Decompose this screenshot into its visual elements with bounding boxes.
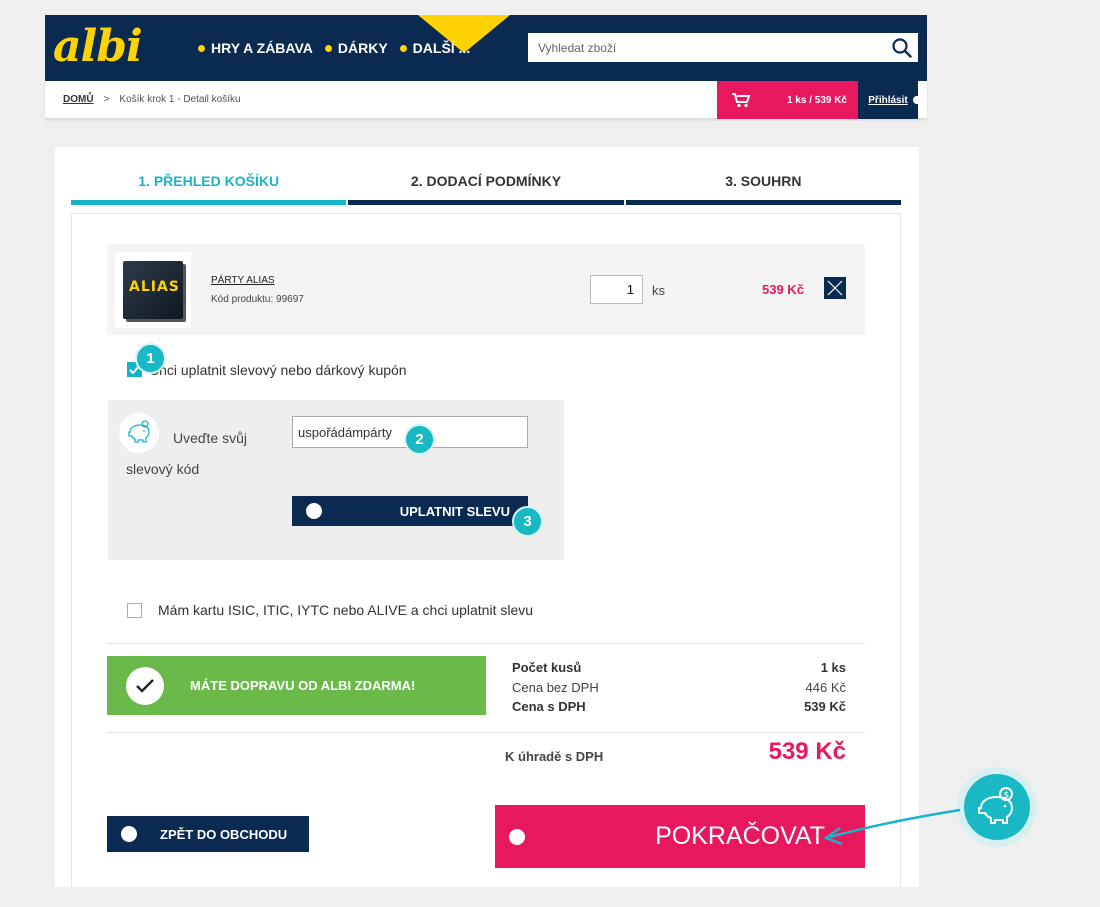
breadcrumb-bar: DOMŮ > Košík krok 1 - Detail košíku 1 ks… [45,81,927,119]
product-name-link[interactable]: PÁRTY ALIAS [211,275,275,286]
quantity-unit: ks [652,283,665,298]
back-to-shop-label: ZPĚT DO OBCHODU [160,826,288,842]
tab-cart-overview[interactable]: 1. PŘEHLED KOŠÍKU [71,165,347,205]
search-input[interactable] [528,33,886,62]
isic-checkbox[interactable] [127,603,142,618]
checkmark-circle-icon [126,666,164,705]
checkout-card: 1. PŘEHLED KOŠÍKU 2. DODACÍ PODMÍNKY 3. … [55,147,919,887]
summary-label: Cena s DPH [512,699,586,714]
continue-label: POKRAČOVAT [655,822,825,850]
item-price: 539 Kč [762,282,804,297]
button-dot-icon [509,829,525,845]
cart-item-row: ALIAS PÁRTY ALIAS Kód produktu: 99697 ks… [107,244,865,335]
back-to-shop-button[interactable]: ZPĚT DO OBCHODU [107,816,309,852]
breadcrumb-home-link[interactable]: DOMŮ [63,94,94,105]
coupon-panel: Uveďte svůj slevový kód UPLATNIT SLEVU 2… [108,400,564,560]
isic-checkbox-label: Mám kartu ISIC, ITIC, IYTC nebo ALIVE a … [158,602,534,618]
bullet-icon [198,44,205,52]
summary-row-price-without-vat: Cena bez DPH 446 Kč [512,680,846,695]
step-badge-1: 1 [135,343,166,374]
indicator-dot [913,96,921,104]
divider [107,732,865,733]
nav-label: DALŠÍ ... [412,40,471,56]
coupon-field-label: Uveďte svůj slevový kód [126,430,247,477]
bullet-icon [399,44,407,52]
coupon-checkbox-label: Chci uplatnit slevový nebo dárkový kupón [149,362,407,378]
tab-summary[interactable]: 3. SOUHRN [625,165,901,205]
apply-discount-label: UPLATNIT SLEVU [399,503,510,519]
search-box [528,33,918,62]
product-code: Kód produktu: 99697 [211,294,304,305]
button-dot-icon [306,503,322,519]
free-shipping-text: MÁTE DOPRAVU OD ALBI ZDARMA! [190,678,416,693]
nav-label: DÁRKY [337,40,388,56]
nav-item-more[interactable]: DALŠÍ ... [399,40,471,56]
product-image[interactable]: ALIAS [115,252,191,328]
total-value: 539 Kč [768,738,846,765]
cart-button[interactable]: 1 ks / 539 Kč [717,81,858,119]
breadcrumb-current: Košík krok 1 - Detail košíku [119,94,241,105]
quantity-input[interactable] [590,275,643,304]
remove-item-button[interactable] [824,277,846,299]
cart-summary: 1 ks / 539 Kč [786,94,847,106]
free-shipping-banner: MÁTE DOPRAVU OD ALBI ZDARMA! [107,656,486,715]
cart-icon [732,93,751,108]
divider [107,643,865,644]
breadcrumb: DOMŮ > Košík krok 1 - Detail košíku [63,94,241,105]
step-badge-3: 3 [512,506,543,537]
total-label: K úhradě s DPH [505,749,604,764]
close-icon [827,280,843,296]
button-dot-icon [121,826,137,842]
game-box-icon: ALIAS [123,261,183,319]
nav-item-games[interactable]: HRY A ZÁBAVA [198,40,313,56]
top-header: albi HRY A ZÁBAVA DÁRKY DALŠÍ ... [45,15,927,81]
summary-value: 1 ks [820,660,846,675]
continue-button[interactable]: POKRAČOVAT [495,805,865,868]
apply-discount-button[interactable]: UPLATNIT SLEVU [292,496,528,526]
breadcrumb-separator: > [103,94,110,105]
nav-item-gifts[interactable]: DÁRKY [324,40,388,56]
tab-delivery[interactable]: 2. DODACÍ PODMÍNKY [348,165,624,205]
piggy-bank-icon: $ [964,774,1030,840]
search-icon[interactable] [886,33,918,62]
bullet-icon [324,44,332,52]
main-nav: HRY A ZÁBAVA DÁRKY DALŠÍ ... [198,40,470,56]
checkout-steps: 1. PŘEHLED KOŠÍKU 2. DODACÍ PODMÍNKY 3. … [71,165,901,205]
summary-row-price-with-vat: Cena s DPH 539 Kč [512,699,846,714]
svg-text:$: $ [1004,791,1010,801]
login-link[interactable]: Přihlásit [858,81,918,119]
summary-row-quantity: Počet kusů 1 ks [512,660,846,675]
piggy-bank-promo-icon: $ [957,767,1037,847]
summary-value: 446 Kč [805,680,846,695]
albi-logo[interactable]: albi [53,21,143,72]
step-badge-2: 2 [404,424,435,455]
nav-label: HRY A ZÁBAVA [211,40,313,56]
summary-label: Počet kusů [512,660,582,675]
summary-value: 539 Kč [804,699,846,714]
summary-label: Cena bez DPH [512,680,599,695]
